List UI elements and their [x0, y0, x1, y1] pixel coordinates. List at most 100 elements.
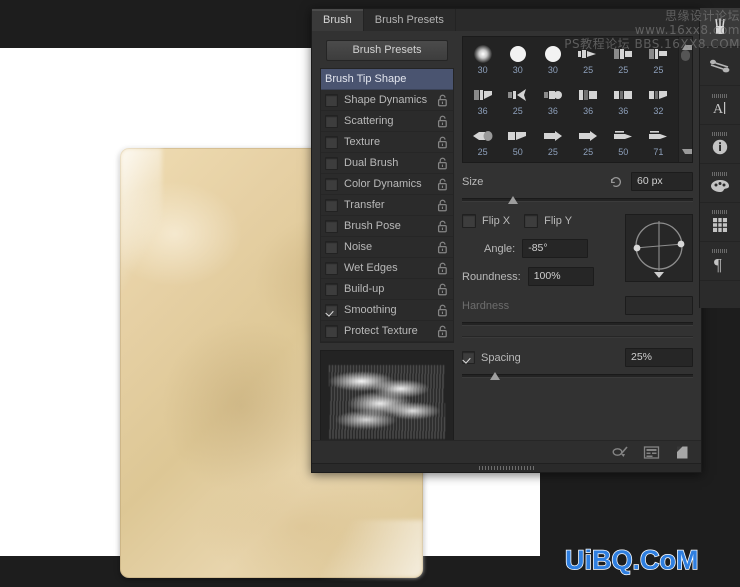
brush-option-dual-brush[interactable]: Dual Brush [321, 153, 453, 174]
lock-icon[interactable] [437, 115, 449, 128]
option-checkbox[interactable] [325, 282, 338, 296]
brush-tip-cell[interactable]: 36 [606, 80, 641, 121]
brush-presets-panel-icon[interactable] [643, 445, 660, 460]
lock-icon[interactable] [437, 157, 449, 170]
brush-option-color-dynamics[interactable]: Color Dynamics [321, 174, 453, 195]
size-slider[interactable] [462, 195, 693, 204]
brush-presets-button[interactable]: Brush Presets [326, 40, 448, 61]
dock-item-character[interactable]: A [700, 86, 740, 125]
option-checkbox[interactable] [325, 177, 338, 191]
brush-option-texture[interactable]: Texture [321, 132, 453, 153]
spacing-slider-thumb[interactable] [489, 372, 501, 380]
spacing-checkbox[interactable] [462, 351, 475, 364]
reset-icon[interactable] [609, 175, 623, 189]
brush-tip-cell[interactable]: 30 [535, 39, 570, 80]
brush-tip-cell[interactable]: 25 [465, 121, 500, 162]
brush-tip-flat-angle-icon [646, 44, 670, 64]
roundness-value-input[interactable]: 100% [527, 267, 594, 286]
brush-tip-cell[interactable]: 25 [641, 39, 676, 80]
size-value-input[interactable]: 60 px [631, 172, 693, 191]
brush-tip-cell[interactable]: 32 [641, 80, 676, 121]
option-checkbox[interactable] [325, 198, 338, 212]
brush-tip-cell[interactable]: 50 [500, 162, 535, 163]
brush-tip-cell[interactable]: 30 [465, 39, 500, 80]
lock-icon[interactable] [437, 304, 449, 317]
brush-option-shape-dynamics[interactable]: Shape Dynamics [321, 90, 453, 111]
lock-icon[interactable] [437, 220, 449, 233]
dock-item-info[interactable] [700, 125, 740, 164]
spacing-value-input[interactable]: 25% [625, 348, 693, 367]
spacing-slider[interactable] [462, 371, 693, 380]
brush-tip-cell[interactable]: 25 [535, 121, 570, 162]
brush-panel[interactable]: Brush Brush Presets Brush Presets Brush … [311, 8, 702, 473]
lock-icon[interactable] [437, 325, 449, 338]
brush-tip-cell[interactable]: 30 [500, 39, 535, 80]
brush-option-build-up[interactable]: Build-up [321, 279, 453, 300]
option-checkbox[interactable] [325, 303, 338, 317]
brush-tip-cell[interactable]: 36 [465, 80, 500, 121]
tab-brush-presets[interactable]: Brush Presets [363, 9, 456, 31]
option-checkbox[interactable] [325, 261, 338, 275]
brush-tip-cell[interactable]: 50 [535, 162, 570, 163]
brush-icon [715, 18, 725, 34]
option-checkbox[interactable] [325, 135, 338, 149]
brush-tip-cell[interactable]: 71 [641, 121, 676, 162]
dock-item-brush-presets[interactable] [700, 47, 740, 86]
flip-x-checkbox[interactable] [462, 214, 476, 228]
dock-grip [712, 210, 728, 214]
lock-icon[interactable] [437, 178, 449, 191]
brush-tip-cell[interactable]: 25 [465, 162, 500, 163]
lock-icon[interactable] [437, 283, 449, 296]
brush-stroke-toggle-icon[interactable] [612, 445, 629, 460]
flip-y-checkbox[interactable] [524, 214, 539, 228]
brush-tip-round-blunt-icon [471, 126, 495, 146]
lock-icon[interactable] [437, 94, 449, 107]
lock-icon[interactable] [437, 199, 449, 212]
brush-tip-cell[interactable]: 25 [606, 39, 641, 80]
brush-tip-cell[interactable]: 50 [571, 162, 606, 163]
option-checkbox[interactable] [325, 114, 338, 128]
brush-tip-cell[interactable]: 36 [641, 162, 676, 163]
brush-option-noise[interactable]: Noise [321, 237, 453, 258]
tab-brush[interactable]: Brush [312, 9, 364, 31]
brush-option-brush-pose[interactable]: Brush Pose [321, 216, 453, 237]
dock-item-brush[interactable] [700, 8, 740, 47]
option-checkbox[interactable] [325, 93, 338, 107]
brush-tip-cell[interactable]: 50 [606, 121, 641, 162]
brush-grid-scrollbar[interactable] [678, 37, 692, 162]
option-checkbox[interactable] [325, 156, 338, 170]
option-checkbox[interactable] [325, 240, 338, 254]
option-checkbox[interactable] [325, 324, 338, 338]
brush-option-smoothing[interactable]: Smoothing [321, 300, 453, 321]
brush-stroke-preview [320, 350, 454, 452]
dock-item-paragraph[interactable]: ¶ [700, 242, 740, 281]
brush-tip-cell[interactable]: 25 [571, 39, 606, 80]
lock-icon[interactable] [437, 262, 449, 275]
scroll-down-arrow-icon[interactable] [682, 149, 692, 159]
brush-option-wet-edges[interactable]: Wet Edges [321, 258, 453, 279]
dock-item-swatches[interactable] [700, 164, 740, 203]
lock-icon[interactable] [437, 241, 449, 254]
panel-resize-grip[interactable] [312, 463, 701, 472]
size-slider-thumb[interactable] [508, 196, 519, 204]
brush-option-protect-texture[interactable]: Protect Texture [321, 321, 453, 342]
angle-value-input[interactable]: -85° [522, 239, 589, 258]
brush-tip-cell[interactable]: 25 [571, 121, 606, 162]
lock-icon[interactable] [437, 136, 449, 149]
brush-option-transfer[interactable]: Transfer [321, 195, 453, 216]
brush-option-scattering[interactable]: Scattering [321, 111, 453, 132]
option-checkbox[interactable] [325, 219, 338, 233]
dock-item-layer-comps[interactable] [700, 203, 740, 242]
brush-tip-grid[interactable]: 3030302525253625363636322550252550712550… [463, 37, 678, 162]
brush-tip-size: 36 [547, 106, 558, 116]
new-brush-icon[interactable] [674, 445, 691, 460]
brush-tip-cell[interactable]: 36 [571, 80, 606, 121]
brush-option-brush-tip-shape[interactable]: Brush Tip Shape [321, 69, 453, 90]
brush-tip-cell[interactable]: 50 [500, 121, 535, 162]
option-label: Brush Pose [344, 220, 401, 232]
scrollbar-thumb[interactable] [681, 50, 690, 61]
scroll-up-arrow-icon[interactable] [682, 40, 692, 50]
brush-tip-cell[interactable]: 50 [606, 162, 641, 163]
brush-tip-cell[interactable]: 36 [535, 80, 570, 121]
brush-tip-cell[interactable]: 25 [500, 80, 535, 121]
